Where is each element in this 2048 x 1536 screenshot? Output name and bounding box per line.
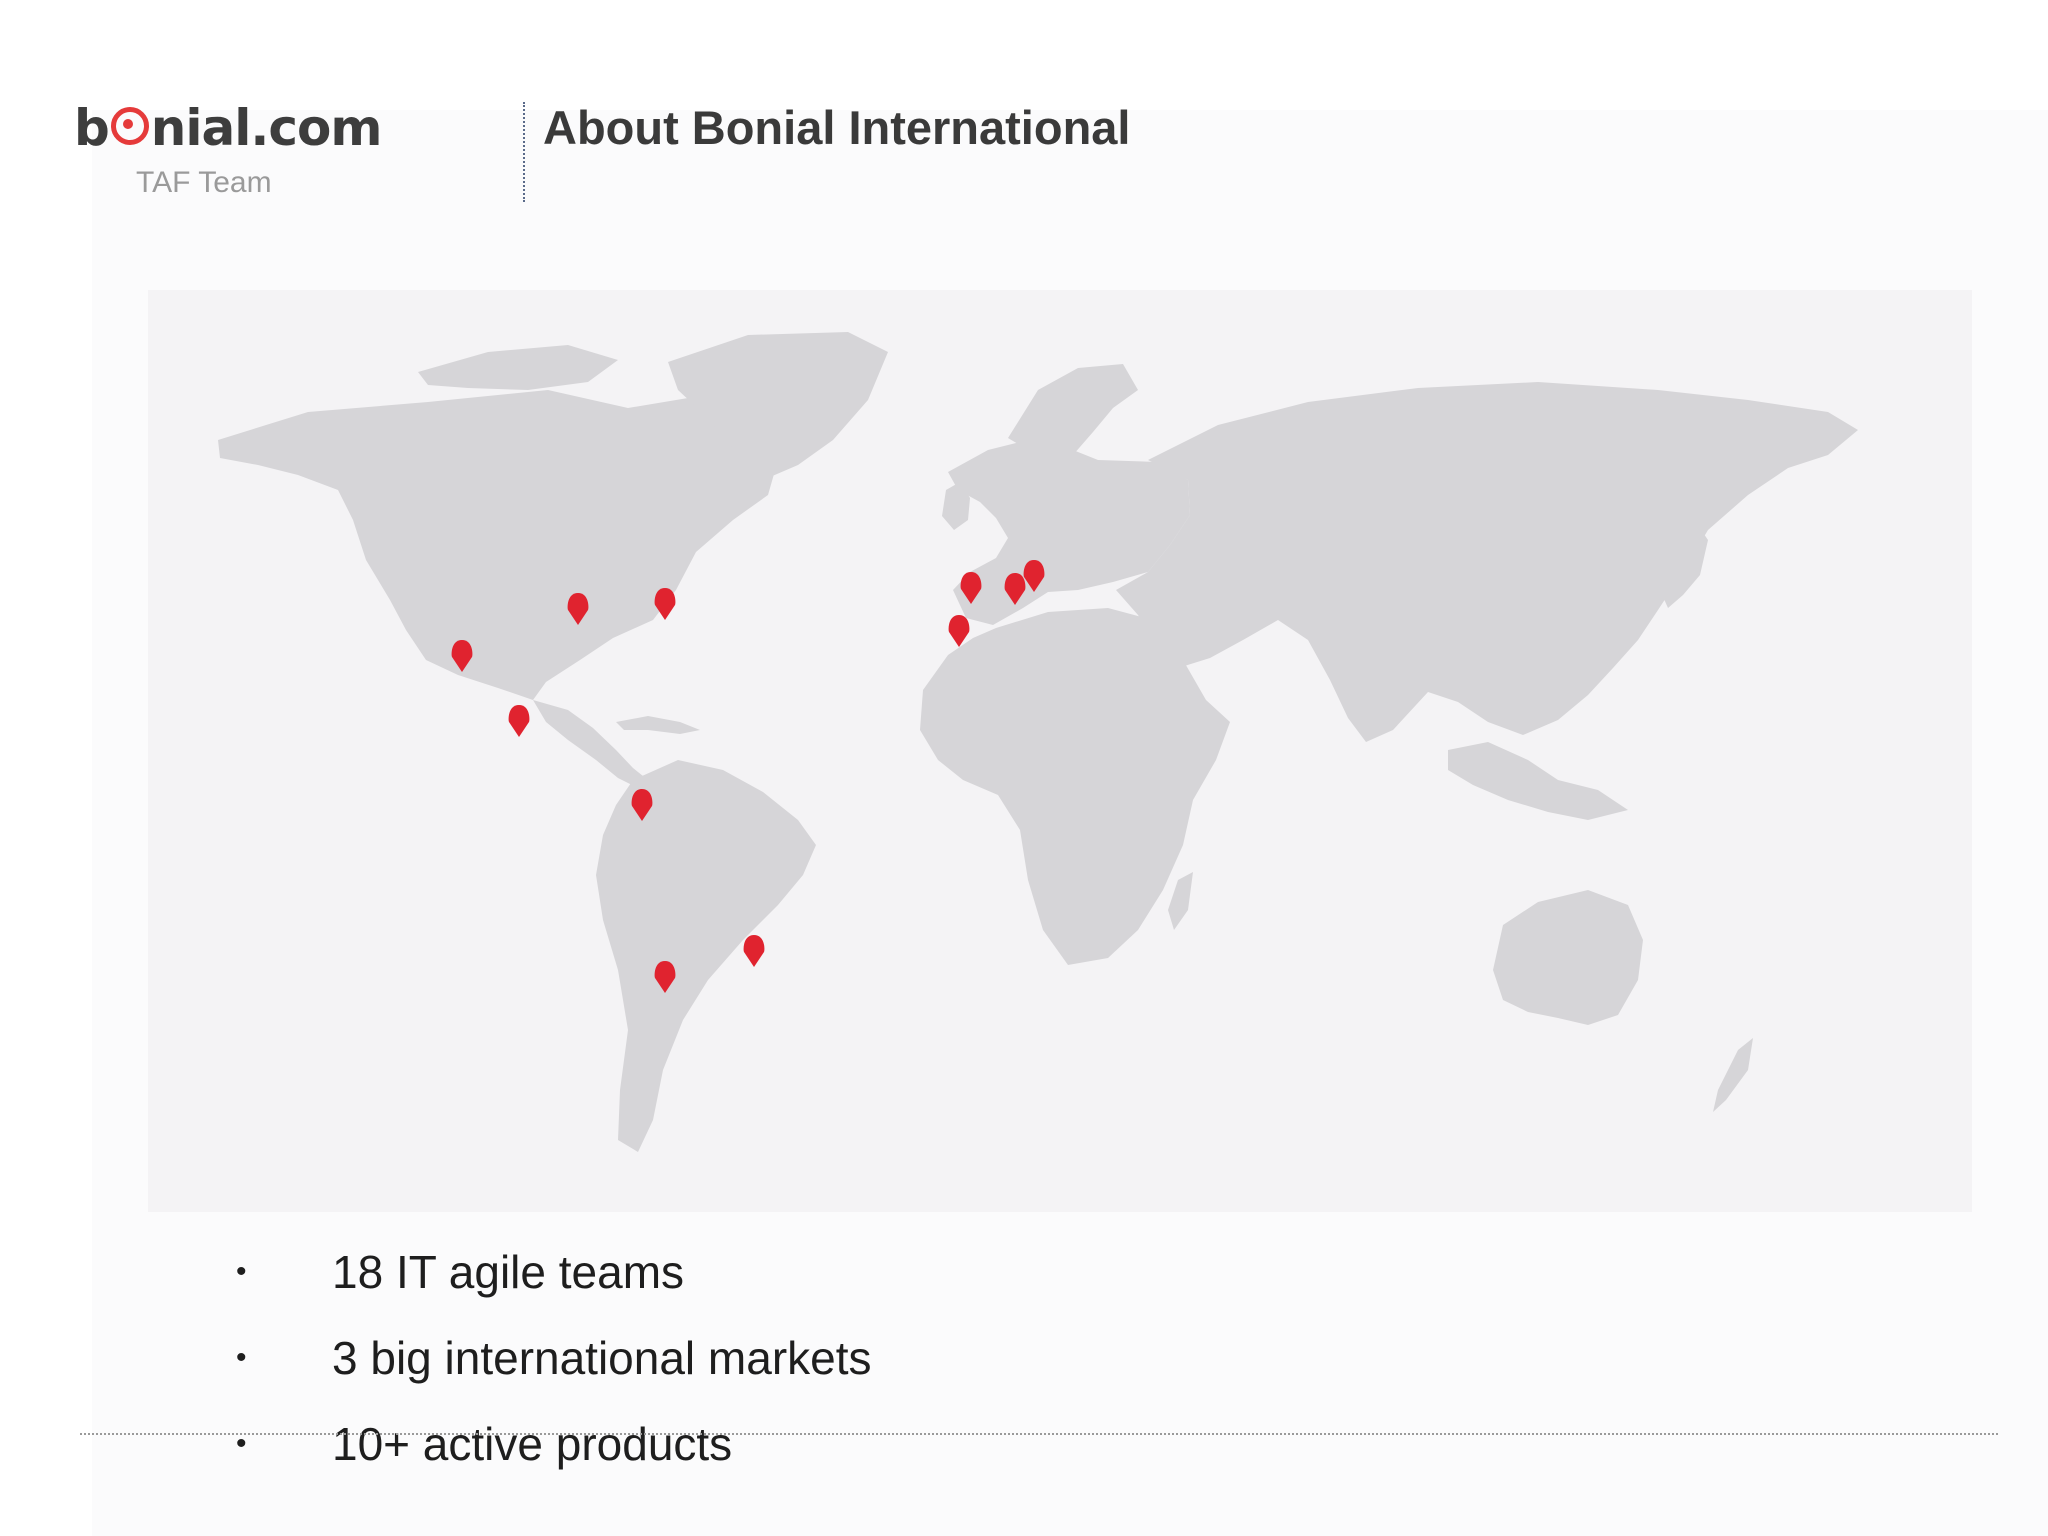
map-pin-icon: [743, 935, 765, 967]
logo-suffix: nial.com: [150, 99, 383, 157]
bullet-marker: •: [236, 1255, 247, 1288]
bullet-marker: •: [236, 1427, 247, 1460]
list-item-text: 3 big international markets: [332, 1332, 872, 1384]
list-item-text: 10+ active products: [332, 1418, 733, 1470]
logo-target-icon: [110, 107, 149, 145]
new-zealand: [1713, 1038, 1753, 1112]
team-subtitle: TAF Team: [136, 166, 272, 199]
central-america: [533, 700, 648, 788]
footer-divider: [80, 1433, 1998, 1435]
world-map-graphic: [218, 332, 1858, 1152]
bonial-logo: b nial.com: [74, 98, 382, 158]
south-america: [596, 760, 816, 1152]
map-pin-icon: [654, 588, 676, 620]
map-pin-icon: [948, 615, 970, 647]
logo-prefix: b: [74, 99, 110, 157]
header-divider: [523, 102, 525, 202]
map-pin-icon: [508, 705, 530, 737]
asia: [1116, 382, 1858, 742]
arctic-islands: [418, 345, 618, 390]
scandinavia: [1008, 364, 1138, 460]
southeast-asia-islands: [1448, 742, 1628, 820]
north-america-landmass: [218, 390, 778, 700]
madagascar: [1168, 872, 1193, 930]
caribbean-islands: [616, 716, 700, 734]
page-title: About Bonial International: [543, 101, 1131, 154]
list-item-text: 18 IT agile teams: [332, 1246, 685, 1298]
world-map: [148, 290, 1972, 1212]
bullet-marker: •: [236, 1341, 247, 1374]
australia: [1493, 890, 1643, 1025]
